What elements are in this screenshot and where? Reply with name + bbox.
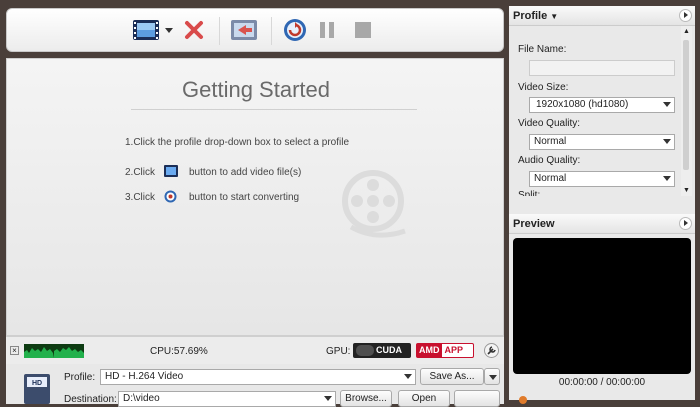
- audio-quality-label: Audio Quality:: [518, 155, 581, 166]
- file-name-input[interactable]: [529, 60, 675, 76]
- scroll-down-icon[interactable]: ▼: [683, 187, 690, 194]
- file-list-area[interactable]: Getting Started 1.Click the profile drop…: [6, 58, 504, 336]
- video-size-value: 1920x1080 (hd1080): [536, 99, 629, 110]
- page-title: Getting Started: [182, 77, 330, 102]
- profile-select[interactable]: HD - H.264 Video: [100, 369, 416, 385]
- video-quality-select[interactable]: Normal: [529, 134, 675, 150]
- convert-icon: [164, 190, 177, 203]
- toolbar-separator: [219, 17, 220, 45]
- red-x-icon: [185, 21, 203, 39]
- video-size-label: Video Size:: [518, 82, 569, 93]
- cuda-label: CUDA: [376, 345, 402, 355]
- gpu-label: GPU:: [326, 346, 351, 357]
- split-label: Split:: [518, 190, 541, 196]
- add-dropdown-button[interactable]: [163, 16, 175, 44]
- settings-wrench-icon[interactable]: [484, 343, 499, 358]
- toolbar: [6, 8, 504, 52]
- chevron-down-icon: [663, 176, 671, 181]
- app-label: APP: [444, 345, 464, 355]
- save-as-dropdown-button[interactable]: [484, 368, 500, 385]
- amd-label: AMD: [417, 344, 442, 357]
- chevron-down-icon: [324, 396, 332, 401]
- preview-panel-header: Preview: [509, 214, 695, 234]
- step-1-text: 1.Click the profile drop-down box to sel…: [125, 137, 350, 148]
- chevron-down-icon: [404, 374, 412, 379]
- video-quality-value: Normal: [534, 136, 567, 147]
- step-2-suffix: button to add video file(s): [189, 167, 302, 178]
- step-2-prefix: 2.Click: [125, 167, 156, 178]
- add-video-icon: [164, 165, 178, 177]
- save-as-button[interactable]: Save As...: [420, 368, 484, 385]
- remove-button[interactable]: [181, 16, 207, 44]
- playback-time: 00:00:00 / 00:00:00: [558, 377, 646, 388]
- open-label: Open: [411, 393, 437, 404]
- convert-button[interactable]: [281, 16, 309, 44]
- step-3-suffix: button to start converting: [189, 192, 300, 203]
- pause-button[interactable]: [315, 16, 339, 44]
- nvidia-eye-icon: [356, 345, 374, 356]
- audio-quality-value: Normal: [534, 173, 567, 184]
- record-indicator-icon: [519, 396, 527, 404]
- video-quality-label: Video Quality:: [518, 118, 581, 129]
- profile-panel-title: Profile: [513, 10, 548, 22]
- scrollbar-thumb[interactable]: [683, 40, 689, 170]
- title-divider: [131, 109, 417, 110]
- film-reel-watermark-icon: [342, 170, 406, 238]
- collapse-panel-button[interactable]: [679, 9, 692, 22]
- browse-button[interactable]: Browse...: [340, 390, 392, 407]
- add-video-button[interactable]: [131, 16, 161, 44]
- video-preview[interactable]: [513, 238, 691, 374]
- destination-value: D:\video: [123, 393, 160, 404]
- svg-text:HD: HD: [32, 380, 42, 387]
- cuda-badge[interactable]: CUDA: [353, 343, 411, 358]
- audio-quality-select[interactable]: Normal: [529, 171, 675, 187]
- browse-label: Browse...: [345, 393, 387, 404]
- destination-select[interactable]: D:\video: [118, 391, 336, 407]
- file-name-label: File Name:: [518, 44, 567, 55]
- merge-options-button[interactable]: [454, 390, 500, 407]
- chevron-down-icon: ▼: [550, 12, 559, 21]
- chevron-down-icon: [663, 139, 671, 144]
- close-meter-icon[interactable]: ×: [10, 346, 19, 355]
- status-bar: × CPU:57.69% GPU: CUDA AMD APP: [6, 336, 504, 364]
- cpu-meter: [24, 344, 84, 358]
- right-panel: Profile ▼ File Name: Video Size: 1920x10…: [509, 6, 695, 404]
- chevron-down-icon: [663, 102, 671, 107]
- video-size-select[interactable]: 1920x1080 (hd1080): [529, 97, 675, 113]
- save-as-label: Save As...: [429, 371, 475, 382]
- toolbar-separator: [271, 17, 272, 45]
- clip-icon: [231, 20, 257, 40]
- profile-panel-header[interactable]: Profile ▼: [509, 6, 695, 26]
- chevron-down-icon: [489, 375, 497, 380]
- chevron-down-icon: [165, 28, 173, 33]
- profile-label: Profile:: [64, 372, 96, 383]
- step-3-prefix: 3.Click: [125, 192, 156, 203]
- output-settings-panel: HD Profile: HD - H.264 Video Save As... …: [6, 364, 504, 407]
- scroll-up-icon[interactable]: ▲: [683, 28, 690, 35]
- preview-panel-title: Preview: [513, 218, 555, 230]
- open-folder-button[interactable]: Open: [398, 390, 450, 407]
- amd-app-badge[interactable]: AMD APP: [416, 343, 474, 358]
- film-strip-icon: [133, 20, 159, 40]
- settings-scrollbar[interactable]: ▲ ▼: [681, 26, 692, 196]
- stop-icon: [355, 22, 371, 38]
- stop-button[interactable]: [351, 16, 375, 44]
- clip-button[interactable]: [229, 16, 259, 44]
- convert-icon: [284, 19, 306, 41]
- cpu-usage: CPU:57.69%: [150, 346, 208, 357]
- pause-icon: [320, 22, 334, 38]
- collapse-preview-button[interactable]: [679, 217, 692, 230]
- profile-value: HD - H.264 Video: [105, 371, 184, 382]
